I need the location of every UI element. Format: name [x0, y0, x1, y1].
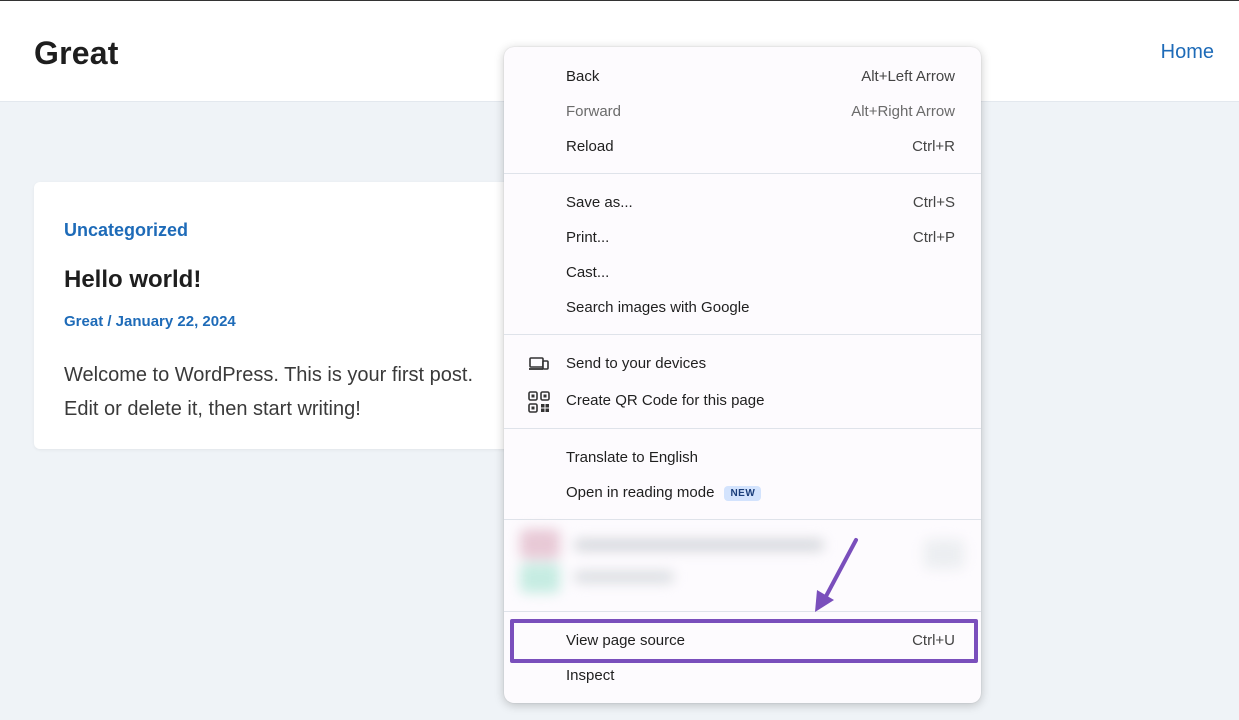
post-excerpt-line: Edit or delete it, then start writing!	[64, 398, 361, 420]
annotation-highlight-box	[510, 619, 978, 663]
menu-item-label: Create QR Code for this page	[566, 392, 765, 409]
menu-item-label: Send to your devices	[566, 355, 707, 372]
menu-item-label: Search images with Google	[566, 299, 750, 316]
menu-item-shortcut: Ctrl+S	[912, 194, 955, 211]
menu-item-label-text: Open in reading mode	[566, 484, 715, 501]
menu-item-cast[interactable]: Cast...	[504, 255, 981, 290]
menu-item-inspect[interactable]: Inspect	[504, 658, 981, 693]
devices-icon	[528, 354, 550, 374]
menu-item-shortcut: Ctrl+R	[912, 138, 955, 155]
menu-separator	[504, 519, 981, 520]
post-meta[interactable]: Great / January 22, 2024	[64, 313, 236, 330]
menu-item-search-images[interactable]: Search images with Google	[504, 290, 981, 325]
menu-item-qr-code[interactable]: Create QR Code for this page	[504, 383, 981, 418]
menu-item-send-devices[interactable]: Send to your devices	[504, 346, 981, 381]
post-excerpt: Welcome to WordPress. This is your first…	[64, 358, 494, 426]
menu-item-label: Save as...	[566, 194, 633, 211]
menu-item-reload[interactable]: Reload Ctrl+R	[504, 129, 981, 164]
menu-item-label: Inspect	[566, 667, 615, 684]
new-badge: NEW	[724, 486, 762, 501]
menu-item-forward[interactable]: Forward Alt+Right Arrow	[504, 94, 981, 129]
menu-item-label: Translate to English	[566, 449, 699, 466]
post-card: Uncategorized Hello world! Great / Janua…	[34, 182, 554, 449]
menu-item-print[interactable]: Print... Ctrl+P	[504, 220, 981, 255]
menu-separator	[504, 611, 981, 612]
menu-item-shortcut: Ctrl+P	[912, 229, 955, 246]
menu-item-label: Reload	[566, 138, 614, 155]
context-menu: Back Alt+Left Arrow Forward Alt+Right Ar…	[504, 47, 981, 703]
menu-item-shortcut: Alt+Right Arrow	[851, 103, 955, 120]
menu-separator	[504, 428, 981, 429]
menu-item-label: Cast...	[566, 264, 610, 281]
qr-code-icon	[528, 391, 550, 413]
post-excerpt-line: Welcome to WordPress. This is your first…	[64, 364, 474, 386]
menu-item-reading-mode[interactable]: Open in reading mode NEW	[504, 475, 981, 510]
post-category-link[interactable]: Uncategorized	[64, 220, 188, 241]
menu-item-save-as[interactable]: Save as... Ctrl+S	[504, 185, 981, 220]
menu-item-shortcut: Alt+Left Arrow	[861, 68, 955, 85]
nav-home-link[interactable]: Home	[1161, 41, 1214, 64]
menu-item-translate[interactable]: Translate to English	[504, 440, 981, 475]
site-title[interactable]: Great	[34, 35, 119, 72]
menu-separator	[504, 173, 981, 174]
blurred-extension-items	[514, 525, 969, 601]
post-title[interactable]: Hello world!	[64, 266, 201, 294]
menu-separator	[504, 334, 981, 335]
menu-item-label: Back	[566, 68, 600, 85]
annotation-arrow-icon	[815, 538, 858, 612]
menu-item-label: Forward	[566, 103, 622, 120]
menu-item-label: Print...	[566, 229, 610, 246]
menu-item-back[interactable]: Back Alt+Left Arrow	[504, 59, 981, 94]
menu-item-label: Open in reading mode NEW	[566, 484, 762, 501]
